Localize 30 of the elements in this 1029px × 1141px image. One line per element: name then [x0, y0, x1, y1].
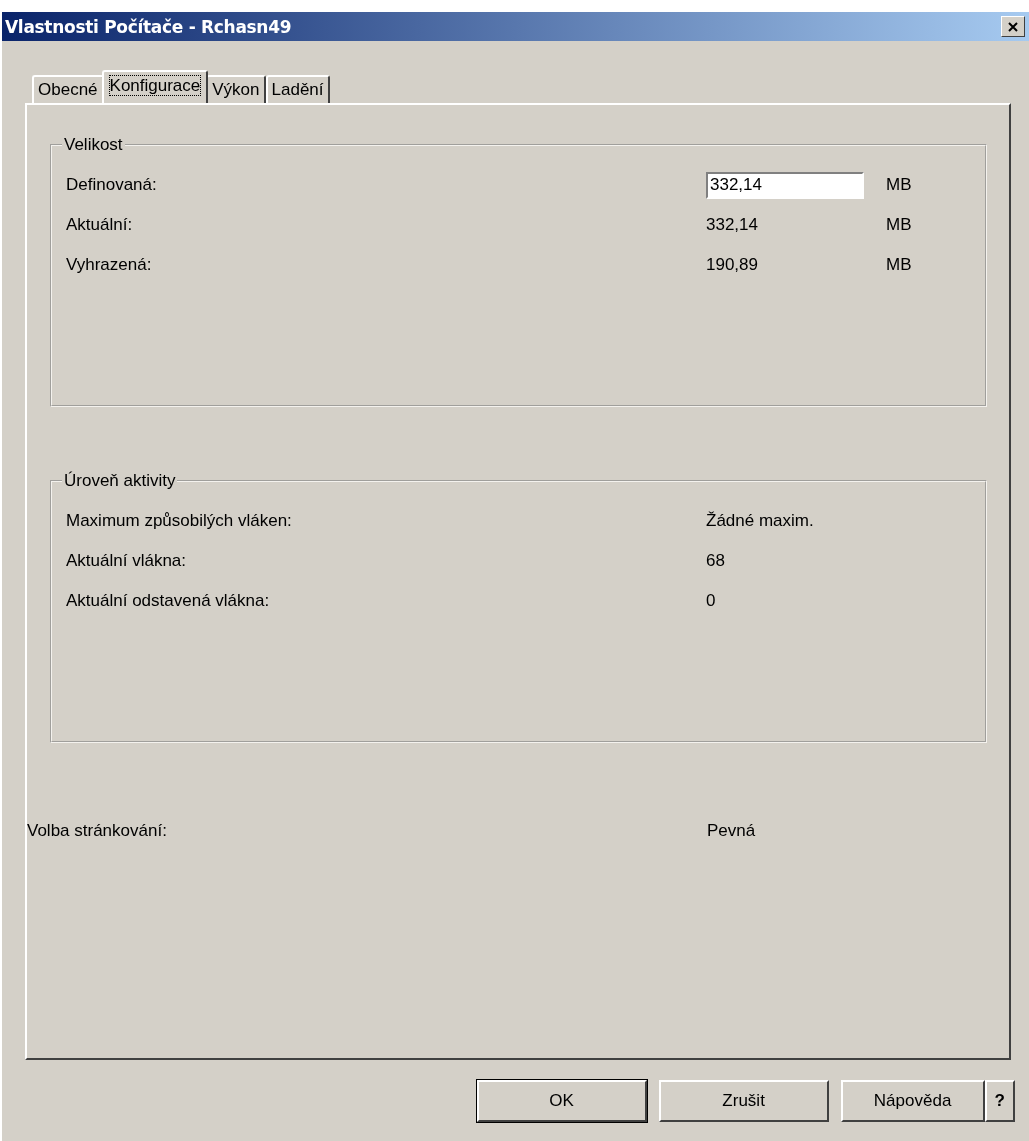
- dialog-button[interactable]: OK: [476, 1080, 647, 1122]
- field-label: Aktuální odstavená vlákna:: [66, 591, 271, 611]
- help-button[interactable]: ?: [984, 1080, 1015, 1122]
- dialog-button[interactable]: Zrušit: [658, 1080, 829, 1122]
- unit-label: MB: [886, 215, 912, 235]
- close-icon: [1008, 21, 1018, 32]
- value-text: 190,89: [706, 255, 759, 275]
- dialog-button[interactable]: Nápověda: [840, 1080, 985, 1122]
- window-title: Vlastnosti Počítače - Rchasn49: [5, 16, 292, 37]
- field-label: Definovaná:: [66, 175, 158, 195]
- tab[interactable]: Obecné: [32, 75, 104, 103]
- field-label: Volba stránkování:: [27, 821, 168, 841]
- tab[interactable]: Konfigurace: [101, 70, 209, 103]
- field-label: Maximum způsobilých vláken:: [66, 511, 293, 531]
- close-button[interactable]: [1001, 16, 1025, 37]
- unit-label: MB: [886, 255, 912, 275]
- value-text: 68: [706, 551, 726, 571]
- field-label: Aktuální vlákna:: [66, 551, 187, 571]
- tab[interactable]: Ladění: [265, 75, 330, 103]
- value-text: 332,14: [706, 215, 759, 235]
- value-text: Žádné maxim.: [706, 511, 815, 531]
- value-text: 0: [706, 591, 717, 611]
- value-text: Pevná: [707, 821, 756, 841]
- size-input-field[interactable]: 332,14: [706, 171, 864, 199]
- field-label: Vyhrazená:: [66, 255, 153, 275]
- field-label: Aktuální:: [66, 215, 134, 235]
- group-title: Velikost: [63, 135, 124, 155]
- unit-label: MB: [886, 175, 912, 195]
- tab[interactable]: Výkon: [206, 75, 266, 103]
- group-title: Úroveň aktivity: [63, 471, 177, 491]
